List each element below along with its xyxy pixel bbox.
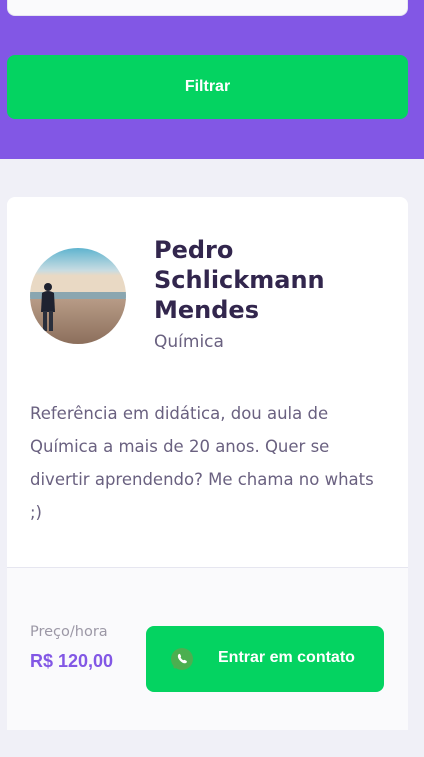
teacher-avatar — [30, 248, 126, 344]
teacher-bio: Referência em didática, dou aula de Quím… — [30, 404, 374, 522]
price-label: Preço/hora — [30, 624, 108, 640]
teacher-name: Pedro Schlickmann Mendes — [154, 236, 325, 324]
whatsapp-icon — [170, 647, 194, 671]
teacher-card: Pedro Schlickmann Mendes Química Referên… — [7, 197, 408, 730]
price-value: R$ 120,00 — [30, 651, 114, 671]
teacher-subject: Química — [154, 332, 224, 352]
avatar-photo — [30, 248, 126, 344]
filter-select-field[interactable] — [7, 0, 408, 16]
contact-button-label: Entrar em contato — [218, 649, 355, 666]
filter-button[interactable]: Filtrar — [7, 55, 408, 119]
page-header: Filtrar — [0, 0, 424, 159]
card-footer: Preço/hora R$ 120,00 Entrar em contato — [7, 567, 408, 730]
contact-button[interactable]: Entrar em contato — [146, 626, 384, 692]
